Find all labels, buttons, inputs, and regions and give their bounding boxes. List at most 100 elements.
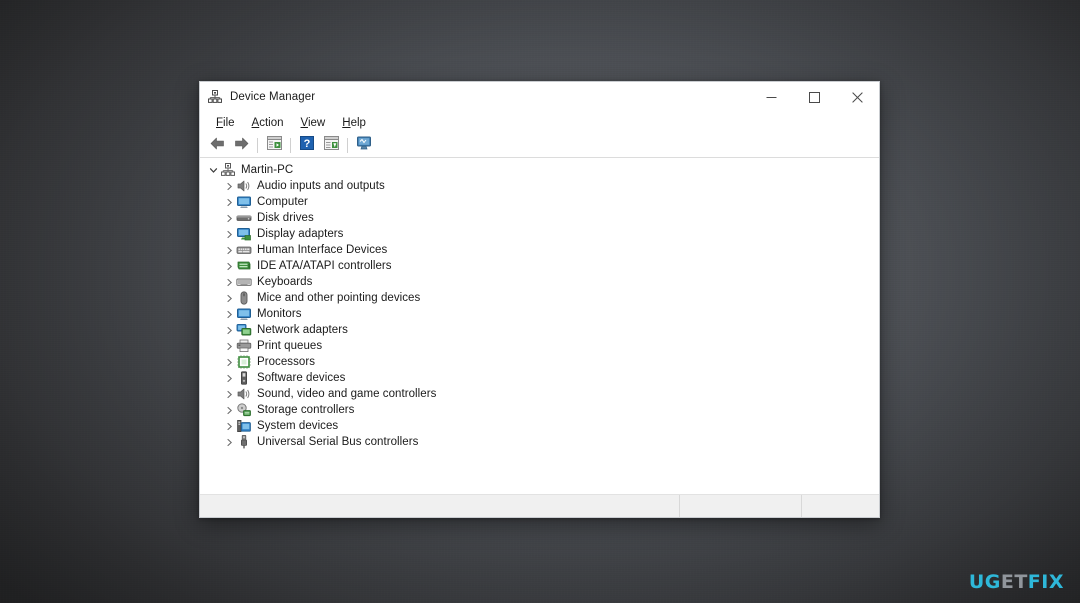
tree-item-computer[interactable]: Computer xyxy=(200,194,879,210)
speaker-icon xyxy=(236,386,252,402)
chevron-down-icon[interactable] xyxy=(206,163,220,177)
tree-item-keyboards[interactable]: Keyboards xyxy=(200,274,879,290)
chevron-right-icon[interactable] xyxy=(222,419,236,433)
toolbar-separator-2 xyxy=(290,138,291,153)
menu-view-rest: iew xyxy=(307,117,326,129)
tree-item-label: Processors xyxy=(257,356,316,368)
menu-file-rest: ile xyxy=(223,117,235,129)
toolbar-separator-3 xyxy=(347,138,348,153)
chevron-right-icon[interactable] xyxy=(222,211,236,225)
tree-item-storage-controllers[interactable]: Storage controllers xyxy=(200,402,879,418)
menu-bar: File Action View Help xyxy=(200,112,879,134)
computer-root-icon xyxy=(220,162,236,178)
tree-item-label: Print queues xyxy=(257,340,323,352)
tree-item-label: Human Interface Devices xyxy=(257,244,388,256)
scan-hardware-button[interactable] xyxy=(352,135,376,156)
network-adapter-icon xyxy=(236,322,252,338)
tree-item-label: IDE ATA/ATAPI controllers xyxy=(257,260,392,272)
tree-item-label: Mice and other pointing devices xyxy=(257,292,421,304)
status-segment-2 xyxy=(679,495,801,517)
tree-root-label: Martin-PC xyxy=(241,164,294,176)
status-segment-1 xyxy=(200,495,679,517)
chevron-right-icon[interactable] xyxy=(222,323,236,337)
system-device-icon xyxy=(236,418,252,434)
software-device-icon xyxy=(236,370,252,386)
status-bar xyxy=(200,494,879,517)
tree-item-label: Sound, video and game controllers xyxy=(257,388,437,400)
window-controls xyxy=(750,82,879,112)
device-manager-icon xyxy=(207,89,223,105)
chevron-right-icon[interactable] xyxy=(222,195,236,209)
maximize-button[interactable] xyxy=(793,82,836,112)
menu-action-rest: ction xyxy=(259,117,284,129)
chevron-right-icon[interactable] xyxy=(222,371,236,385)
chevron-right-icon[interactable] xyxy=(222,179,236,193)
forward-arrow-icon xyxy=(234,137,249,155)
tree-pane-icon xyxy=(266,136,282,155)
chevron-right-icon[interactable] xyxy=(222,387,236,401)
menu-file[interactable]: File xyxy=(208,115,244,131)
tree-item-ide-ata-atapi-controllers[interactable]: IDE ATA/ATAPI controllers xyxy=(200,258,879,274)
scan-monitor-icon xyxy=(356,136,372,155)
window-title: Device Manager xyxy=(230,91,316,103)
chevron-right-icon[interactable] xyxy=(222,227,236,241)
chevron-right-icon[interactable] xyxy=(222,403,236,417)
storage-controller-icon xyxy=(236,402,252,418)
watermark-part-3: FIX xyxy=(1027,571,1064,593)
tree-item-sound-video-and-game-controllers[interactable]: Sound, video and game controllers xyxy=(200,386,879,402)
menu-help[interactable]: Help xyxy=(334,115,375,131)
chevron-right-icon[interactable] xyxy=(222,355,236,369)
minimize-button[interactable] xyxy=(750,82,793,112)
tree-item-label: Disk drives xyxy=(257,212,314,224)
back-button[interactable] xyxy=(205,135,229,156)
ide-controller-icon xyxy=(236,258,252,274)
back-arrow-icon xyxy=(210,137,225,155)
menu-action[interactable]: Action xyxy=(244,115,293,131)
window-titlebar[interactable]: Device Manager xyxy=(200,82,879,112)
status-segment-3 xyxy=(801,495,879,517)
help-button[interactable]: ? xyxy=(295,135,319,156)
chevron-right-icon[interactable] xyxy=(222,307,236,321)
chevron-right-icon[interactable] xyxy=(222,291,236,305)
tree-item-label: System devices xyxy=(257,420,339,432)
chevron-right-icon[interactable] xyxy=(222,275,236,289)
tree-item-universal-serial-bus-controllers[interactable]: Universal Serial Bus controllers xyxy=(200,434,879,450)
tree-item-label: Keyboards xyxy=(257,276,313,288)
tree-item-network-adapters[interactable]: Network adapters xyxy=(200,322,879,338)
tree-item-print-queues[interactable]: Print queues xyxy=(200,338,879,354)
forward-button[interactable] xyxy=(229,135,253,156)
tree-item-disk-drives[interactable]: Disk drives xyxy=(200,210,879,226)
tree-item-label: Computer xyxy=(257,196,308,208)
tree-root-martin-pc[interactable]: Martin-PC xyxy=(200,162,879,178)
tree-item-label: Storage controllers xyxy=(257,404,355,416)
tree-item-monitors[interactable]: Monitors xyxy=(200,306,879,322)
usb-icon xyxy=(236,434,252,450)
titlebar-left: Device Manager xyxy=(200,89,315,105)
menu-view-accel: V xyxy=(300,117,308,129)
tree-item-mice-and-other-pointing-devices[interactable]: Mice and other pointing devices xyxy=(200,290,879,306)
monitor-icon xyxy=(236,306,252,322)
tree-item-software-devices[interactable]: Software devices xyxy=(200,370,879,386)
tree-item-processors[interactable]: Processors xyxy=(200,354,879,370)
disk-drive-icon xyxy=(236,210,252,226)
tree-item-human-interface-devices[interactable]: Human Interface Devices xyxy=(200,242,879,258)
menu-help-rest: elp xyxy=(350,117,366,129)
properties-button[interactable] xyxy=(319,135,343,156)
tree-item-label: Audio inputs and outputs xyxy=(257,180,385,192)
processor-icon xyxy=(236,354,252,370)
chevron-right-icon[interactable] xyxy=(222,435,236,449)
tree-item-system-devices[interactable]: System devices xyxy=(200,418,879,434)
chevron-right-icon[interactable] xyxy=(222,243,236,257)
tree-item-display-adapters[interactable]: Display adapters xyxy=(200,226,879,242)
close-button[interactable] xyxy=(836,82,879,112)
device-tree[interactable]: Martin-PC Audio inputs and outputs Compu… xyxy=(200,158,879,494)
desktop-background: Device Manager File Action View Help ? M… xyxy=(0,0,1080,603)
menu-view[interactable]: View xyxy=(293,115,335,131)
toolbar-separator-1 xyxy=(257,138,258,153)
chevron-right-icon[interactable] xyxy=(222,259,236,273)
chevron-right-icon[interactable] xyxy=(222,339,236,353)
tree-item-audio-inputs-and-outputs[interactable]: Audio inputs and outputs xyxy=(200,178,879,194)
display-adapter-icon xyxy=(236,226,252,242)
show-hide-tree-button[interactable] xyxy=(262,135,286,156)
speaker-icon xyxy=(236,178,252,194)
